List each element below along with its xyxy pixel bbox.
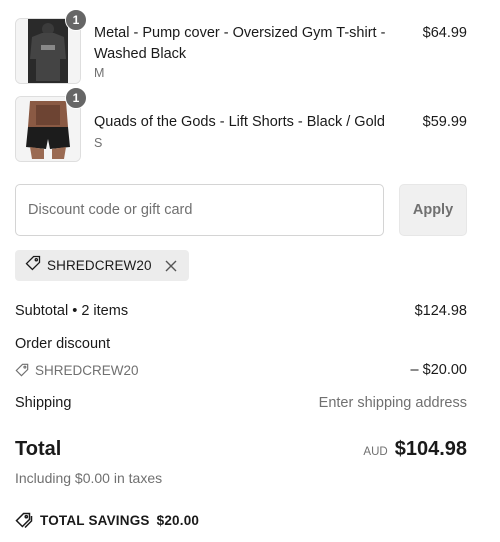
- total-row: Total AUD $104.98: [15, 438, 467, 461]
- order-discount-row: SHREDCREW20 – $20.00: [15, 362, 467, 378]
- product-price: $59.99: [422, 114, 467, 130]
- product-thumbnail: 1: [15, 87, 87, 162]
- savings-tag-icon: [15, 512, 33, 528]
- product-thumbnail: 1: [15, 9, 87, 84]
- total-savings: TOTAL SAVINGS $20.00: [15, 512, 199, 528]
- total-label: Total: [15, 438, 62, 460]
- applied-discount-code: SHREDCREW20: [47, 258, 152, 273]
- apply-discount-button[interactable]: Apply: [399, 184, 467, 236]
- product-variant: S: [94, 136, 103, 150]
- subtotal-value: $124.98: [414, 303, 467, 319]
- order-discount-code: SHREDCREW20: [15, 363, 139, 378]
- order-discount-value: – $20.00: [410, 362, 467, 378]
- product-price: $64.99: [422, 25, 467, 41]
- currency-code: AUD: [363, 446, 388, 458]
- shipping-label: Shipping: [15, 395, 72, 411]
- quantity-badge: 1: [65, 9, 87, 31]
- total-amount: AUD $104.98: [363, 438, 467, 461]
- quantity-badge: 1: [65, 87, 87, 109]
- discount-code-input[interactable]: [15, 184, 384, 236]
- product-title: Metal - Pump cover - Oversized Gym T-shi…: [94, 23, 404, 81]
- subtotal-label: Subtotal • 2 items: [15, 303, 129, 319]
- order-discount-heading-row: Order discount: [15, 336, 467, 352]
- product-variant: M: [94, 66, 105, 80]
- discount-form: Apply: [15, 184, 467, 236]
- applied-discount-chip: SHREDCREW20: [15, 250, 189, 281]
- line-item-shorts: 1 Quads of the Gods - Lift Shorts - Blac…: [15, 87, 467, 162]
- product-name: Quads of the Gods - Lift Shorts - Black …: [94, 114, 385, 130]
- tag-icon: [25, 255, 41, 276]
- line-item-tshirt: 1 Metal - Pump cover - Oversized Gym T-s…: [15, 9, 467, 84]
- product-title: Quads of the Gods - Lift Shorts - Black …: [94, 112, 404, 151]
- close-icon: [165, 260, 177, 271]
- product-name: Metal - Pump cover - Oversized Gym T-shi…: [94, 25, 386, 62]
- order-discount-label: Order discount: [15, 336, 111, 352]
- total-savings-label: TOTAL SAVINGS: [40, 512, 150, 528]
- remove-discount-button[interactable]: [162, 257, 180, 275]
- shipping-row: Shipping Enter shipping address: [15, 395, 467, 411]
- taxes-note: Including $0.00 in taxes: [15, 470, 163, 486]
- total-savings-value: $20.00: [156, 512, 200, 528]
- order-discount-code-text: SHREDCREW20: [35, 362, 139, 378]
- tag-icon: [15, 363, 29, 377]
- shipping-value: Enter shipping address: [318, 395, 467, 411]
- total-value: $104.98: [394, 438, 467, 460]
- subtotal-row: Subtotal • 2 items $124.98: [15, 303, 467, 319]
